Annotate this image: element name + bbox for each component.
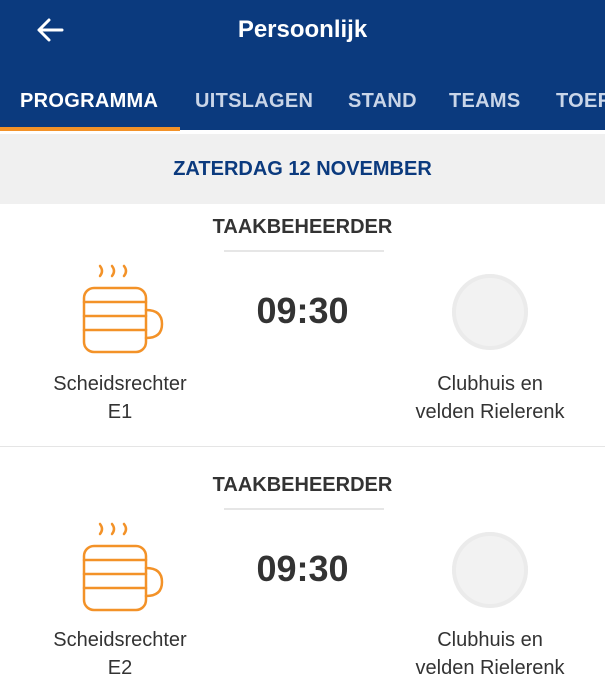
location-label: Clubhuis en velden Rielerenk xyxy=(400,370,580,426)
date-label: ZATERDAG 12 NOVEMBER xyxy=(173,157,432,180)
team-logo-placeholder xyxy=(452,274,528,350)
tab-uitslagen[interactable]: UITSLAGEN xyxy=(195,82,313,130)
role-line-2: E2 xyxy=(107,657,133,679)
role-label: Scheidsrechter E1 xyxy=(20,370,220,426)
role-label: Scheidsrechter E2 xyxy=(20,626,220,682)
list-item[interactable]: TAAKBEHEERDER 09:30 Scheidsrechter E2 Cl… xyxy=(0,474,605,679)
location-line-1: Clubhuis en xyxy=(437,629,543,651)
tab-stand[interactable]: STAND xyxy=(348,82,417,130)
page-title: Persoonlijk xyxy=(237,16,368,43)
team-logo-placeholder xyxy=(452,532,528,608)
app-header: Persoonlijk PROGRAMMA UITSLAGEN STAND TE… xyxy=(0,0,605,130)
list-item[interactable]: TAAKBEHEERDER 09:30 Scheidsrechter E1 Cl… xyxy=(0,216,605,446)
card-header: TAAKBEHEERDER xyxy=(212,474,393,496)
tab-toer[interactable]: TOER xyxy=(556,82,605,130)
active-tab-indicator xyxy=(0,127,180,131)
divider xyxy=(0,446,605,447)
tab-programma[interactable]: PROGRAMMA xyxy=(20,82,158,130)
tab-teams[interactable]: TEAMS xyxy=(449,82,521,130)
card-header: TAAKBEHEERDER xyxy=(212,216,393,238)
header-underline xyxy=(224,250,384,252)
tab-bar: PROGRAMMA UITSLAGEN STAND TEAMS TOER xyxy=(0,82,605,130)
role-line-1: Scheidsrechter xyxy=(53,373,187,395)
location-line-1: Clubhuis en xyxy=(437,373,543,395)
role-line-2: E1 xyxy=(107,401,133,423)
location-line-2: velden Rielerenk xyxy=(415,401,565,423)
header-underline xyxy=(224,508,384,510)
role-line-1: Scheidsrechter xyxy=(53,629,187,651)
date-header: ZATERDAG 12 NOVEMBER xyxy=(0,134,605,204)
location-label: Clubhuis en velden Rielerenk xyxy=(400,626,580,682)
location-line-2: velden Rielerenk xyxy=(415,657,565,679)
